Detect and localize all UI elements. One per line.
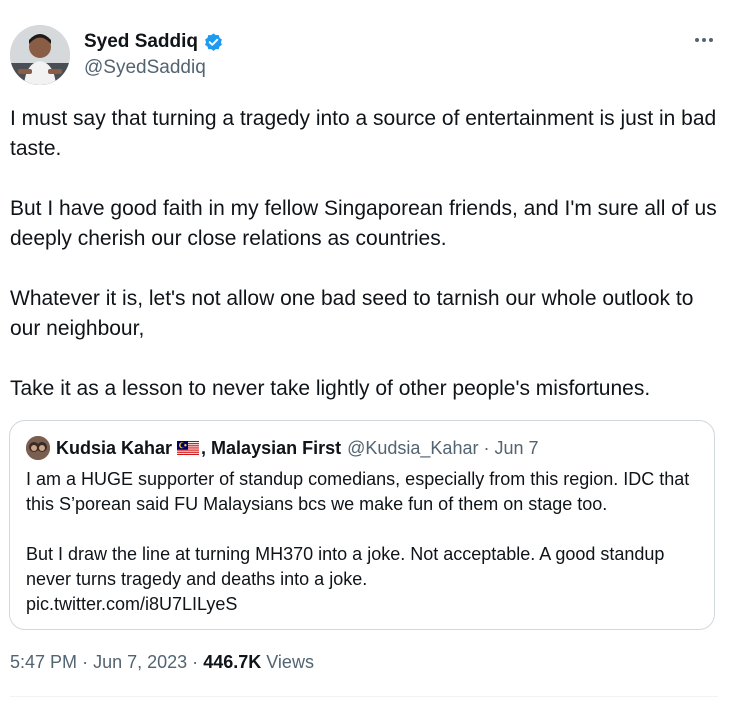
quote-author-handle[interactable]: @Kudsia_Kahar bbox=[347, 438, 478, 459]
author-handle[interactable]: @SyedSaddiq bbox=[84, 57, 206, 79]
tweet-date[interactable]: Jun 7, 2023 bbox=[93, 652, 187, 672]
author-avatar[interactable] bbox=[10, 25, 70, 85]
more-dot bbox=[702, 38, 706, 42]
tweet-time[interactable]: 5:47 PM bbox=[10, 652, 77, 672]
malaysia-flag-icon bbox=[177, 440, 200, 456]
quote-tweet[interactable]: Kudsia Kahar , Malaysian First @Kudsia_K… bbox=[9, 420, 715, 630]
quote-avatar-image bbox=[26, 436, 50, 460]
quote-separator: · bbox=[483, 437, 490, 458]
quote-paragraph: I am a HUGE supporter of standup comedia… bbox=[26, 469, 690, 514]
more-dot bbox=[709, 38, 713, 42]
quote-paragraph: But I draw the line at turning MH370 int… bbox=[26, 544, 665, 614]
quote-author-avatar[interactable] bbox=[26, 436, 50, 460]
more-options-icon[interactable] bbox=[690, 30, 718, 50]
avatar-image bbox=[10, 25, 70, 85]
meta-separator: · bbox=[192, 652, 199, 672]
tweet-paragraph: But I have good faith in my fellow Singa… bbox=[10, 197, 717, 250]
tweet-paragraph: I must say that turning a tragedy into a… bbox=[10, 107, 717, 160]
quote-text: I am a HUGE supporter of standup comedia… bbox=[26, 467, 701, 617]
quote-header: Kudsia Kahar , Malaysian First @Kudsia_K… bbox=[26, 436, 539, 460]
quote-author-name-suffix: , Malaysian First bbox=[201, 437, 342, 458]
views-label: Views bbox=[266, 652, 314, 672]
tweet-text: I must say that turning a tragedy into a… bbox=[10, 104, 722, 404]
quote-date[interactable]: Jun 7 bbox=[494, 438, 538, 459]
tweet-meta: 5:47 PM · Jun 7, 2023 · 446.7K Views bbox=[10, 652, 314, 673]
verified-badge-icon bbox=[205, 32, 222, 51]
divider bbox=[10, 696, 718, 697]
author-name-text: Syed Saddiq bbox=[84, 31, 199, 52]
views-count: 446.7K bbox=[203, 652, 262, 672]
tweet-paragraph: Take it as a lesson to never take lightl… bbox=[10, 377, 651, 400]
quote-author-name[interactable]: Kudsia Kahar bbox=[56, 438, 172, 459]
meta-separator: · bbox=[82, 652, 89, 672]
more-dot bbox=[695, 38, 699, 42]
author-name[interactable]: Syed Saddiq bbox=[84, 31, 224, 53]
tweet: Syed Saddiq @SyedSaddiq I must say that … bbox=[0, 0, 729, 705]
tweet-paragraph: Whatever it is, let's not allow one bad … bbox=[10, 287, 694, 340]
